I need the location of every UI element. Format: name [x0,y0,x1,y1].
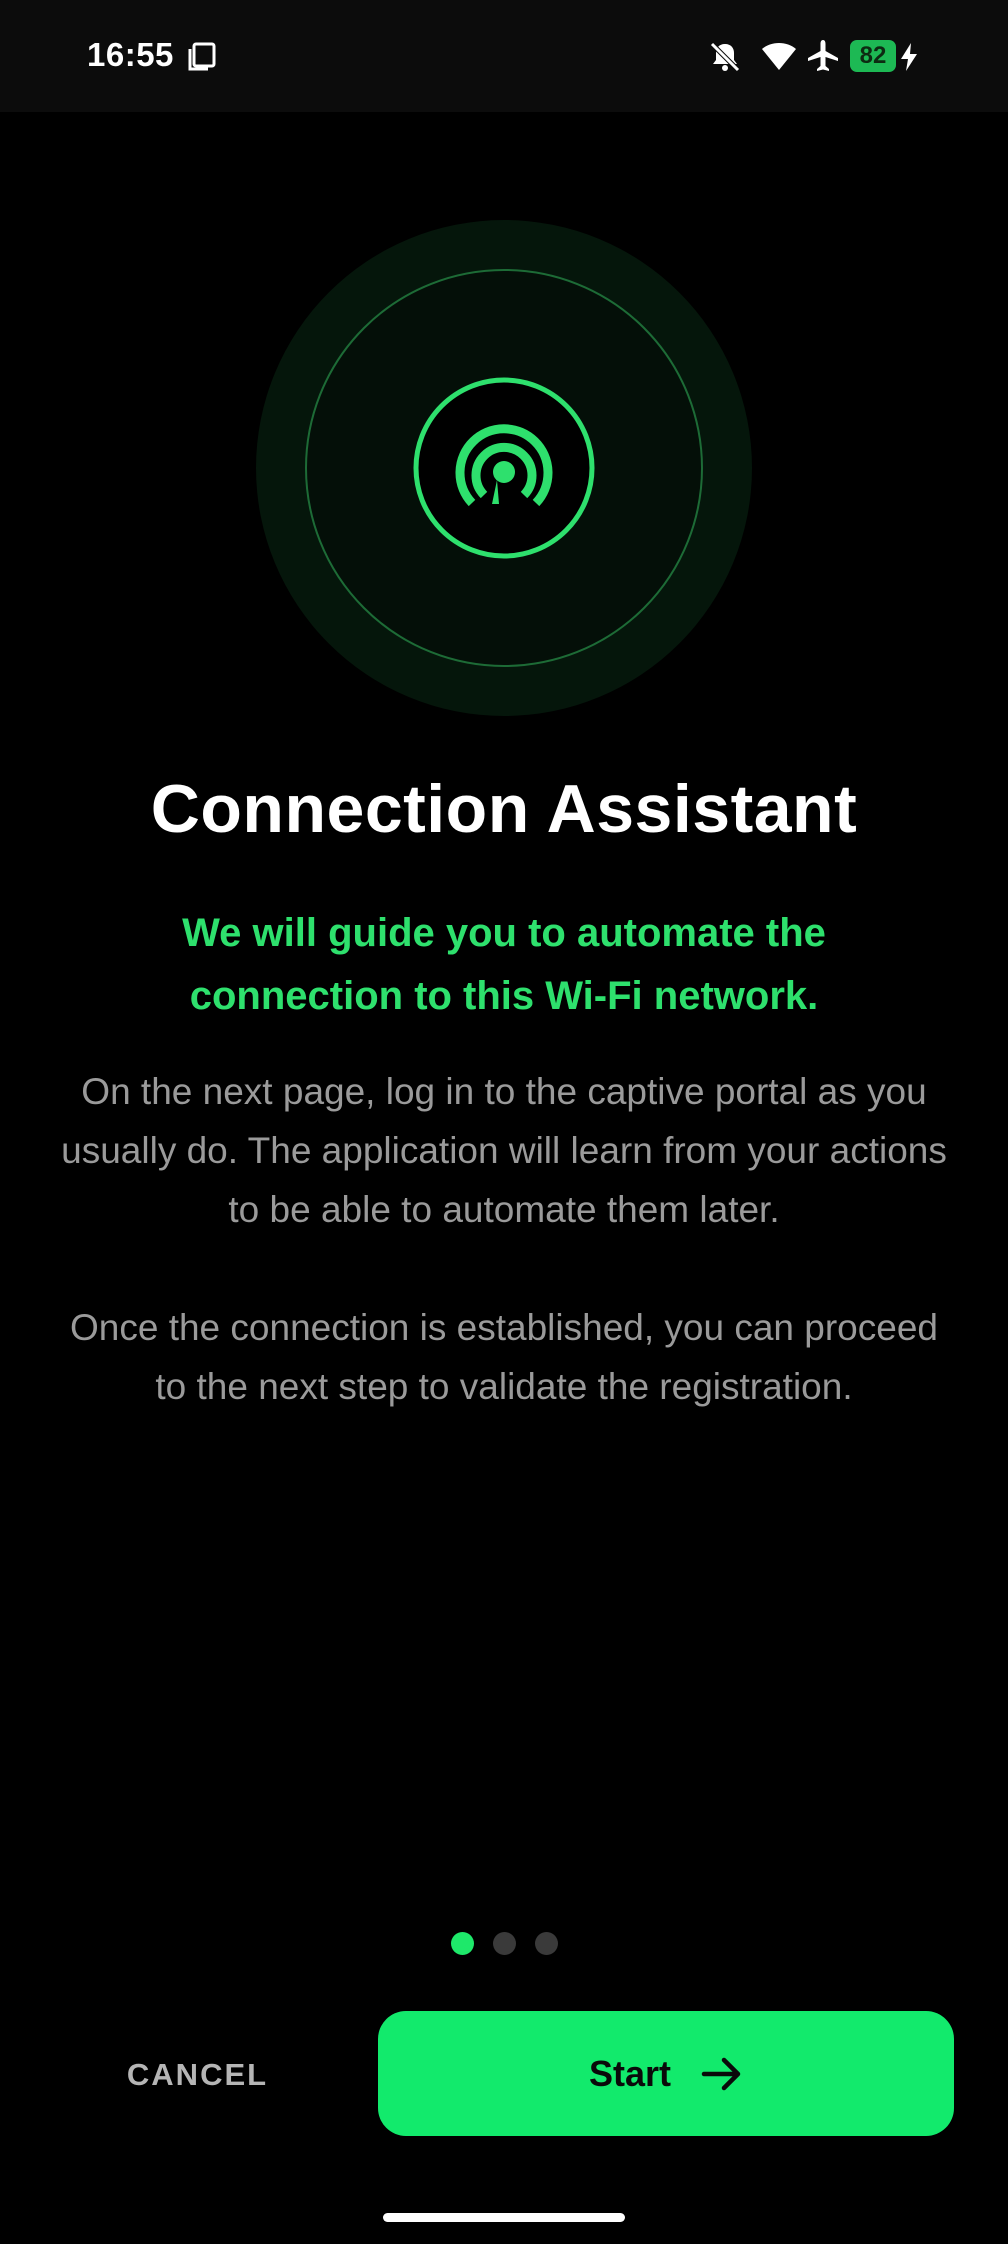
page-subtitle: We will guide you to automate the connec… [182,911,826,1018]
start-button-label: Start [588,2052,672,2094]
home-indicator[interactable] [383,2213,625,2222]
start-button[interactable]: Start [378,2011,954,2136]
next-step-paragraph: Once the connection is established, you … [69,1307,938,1407]
instructions-paragraph: On the next page, log in to the captive … [61,1071,947,1230]
arrow-right-icon [701,2057,741,2090]
cancel-button[interactable]: CANCEL [95,2040,300,2110]
page-indicator [0,1932,1008,1958]
page-title: Connection Assistant [150,771,858,847]
page-dot-active [450,1932,474,1955]
hero-illustration [256,220,752,716]
page-dot [492,1932,516,1955]
page-dot [534,1932,558,1955]
